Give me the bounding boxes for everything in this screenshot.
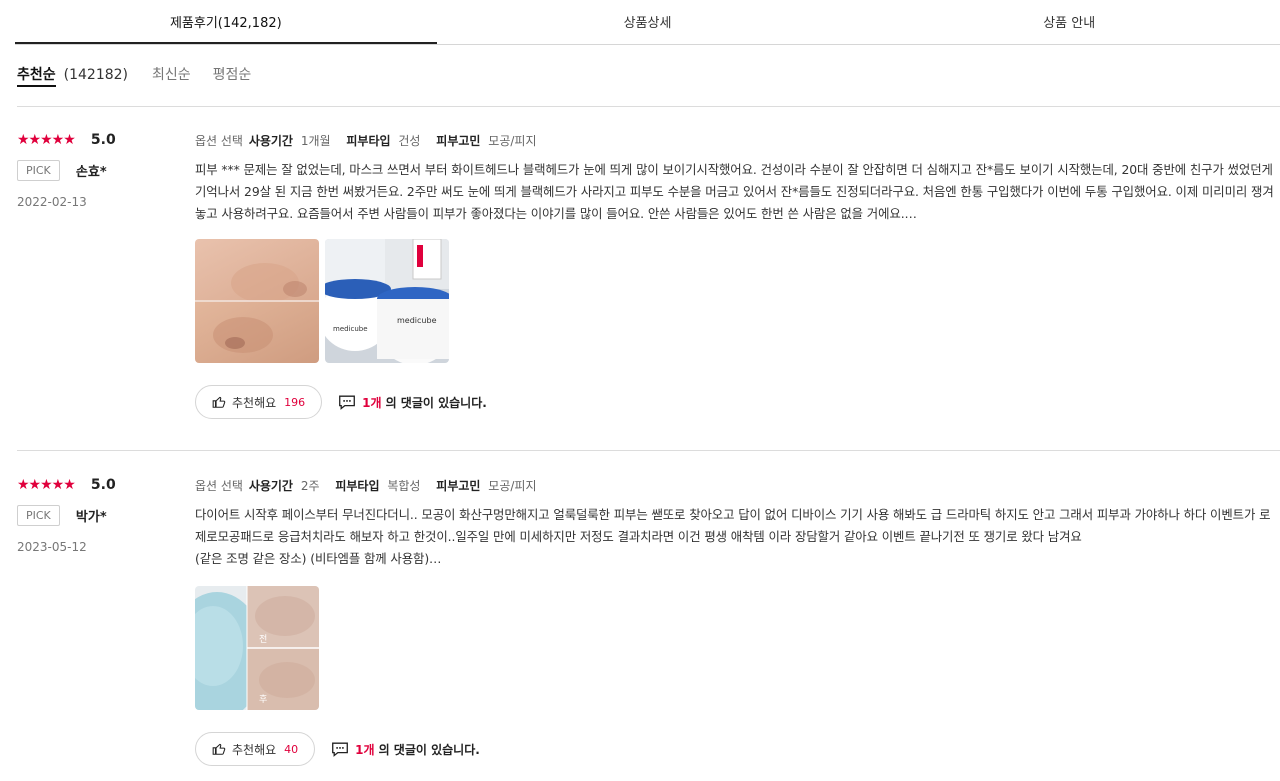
tab-product-info[interactable]: 상품 안내 xyxy=(858,0,1280,44)
review-photo-before-after[interactable]: 전 후 xyxy=(195,586,319,710)
review-date: 2023-05-12 xyxy=(17,540,87,554)
review-body: 옵션 선택 사용기간 2주 피부타입 복합성 피부고민 모공/피지 다이어트 시… xyxy=(195,477,1280,766)
thumbs-up-icon xyxy=(212,743,226,755)
comment-count: 1개 xyxy=(362,395,382,410)
comment-link[interactable]: 1개 의 댓글이 있습니다. xyxy=(331,741,480,758)
comment-suffix: 의 댓글이 있습니다. xyxy=(378,742,480,757)
recommend-button[interactable]: 추천해요 196 xyxy=(195,385,323,419)
reviewer-name[interactable]: 박가* xyxy=(76,510,107,525)
divider xyxy=(17,450,1280,451)
review-meta: ★★★★★ 5.0 PICK 박가* 2023-05-12 xyxy=(17,477,187,554)
period-value: 2주 xyxy=(300,479,320,493)
review-body: 옵션 선택 사용기간 1개월 피부타입 건성 피부고민 모공/피지 피부 ***… xyxy=(195,132,1280,419)
review-date: 2022-02-13 xyxy=(17,195,87,209)
reviewer-name[interactable]: 손효* xyxy=(76,165,107,180)
sort-rating[interactable]: 평점순 xyxy=(213,64,252,84)
sort-latest[interactable]: 최신순 xyxy=(152,64,191,84)
review-photo-skin[interactable] xyxy=(195,239,319,363)
review-actions: 추천해요 40 1개 의 댓글이 있습니다. xyxy=(195,732,1280,766)
product-label-2: medicube xyxy=(333,325,368,333)
star-rating: ★★★★★ xyxy=(17,132,76,148)
sort-bar: 추천순 (142182) 최신순 평점순 xyxy=(17,64,273,87)
review-text[interactable]: 피부 *** 문제는 잘 없었는데, 마스크 쓰면서 부터 화이트헤드나 블랙헤… xyxy=(195,159,1280,225)
concern-label: 피부고민 xyxy=(436,479,481,493)
review-photos: medicube medicube xyxy=(195,239,1280,363)
review-tabs: 제품후기(142,182) 상품상세 상품 안내 xyxy=(15,0,1280,45)
rating-score: 5.0 xyxy=(90,477,116,493)
skin-type-value: 복합성 xyxy=(387,479,421,493)
skin-type-value: 건성 xyxy=(398,134,421,148)
comment-link[interactable]: 1개 의 댓글이 있습니다. xyxy=(338,394,487,411)
after-mark: 후 xyxy=(259,694,267,705)
comment-icon xyxy=(332,742,349,757)
pick-badge: PICK xyxy=(17,160,60,181)
review-count: (142182) xyxy=(63,67,129,83)
skin-type-label: 피부타입 xyxy=(335,479,380,493)
comment-icon xyxy=(339,395,356,410)
review-text-note: (같은 조명 같은 장소) (비타엠플 함께 사용함)… xyxy=(195,551,442,566)
comment-count: 1개 xyxy=(355,742,375,757)
recommend-count: 40 xyxy=(284,742,299,756)
sort-recommended[interactable]: 추천순 xyxy=(17,64,56,87)
divider xyxy=(17,106,1280,107)
skin-type-label: 피부타입 xyxy=(346,134,391,148)
concern-value: 모공/피지 xyxy=(488,479,537,493)
recommend-count: 196 xyxy=(284,395,306,409)
option-label: 옵션 선택 xyxy=(195,479,243,493)
review-options: 옵션 선택 사용기간 1개월 피부타입 건성 피부고민 모공/피지 xyxy=(195,132,1280,149)
option-label: 옵션 선택 xyxy=(195,134,243,148)
period-value: 1개월 xyxy=(300,134,331,148)
recommend-button[interactable]: 추천해요 40 xyxy=(195,732,316,766)
review-options: 옵션 선택 사용기간 2주 피부타입 복합성 피부고민 모공/피지 xyxy=(195,477,1280,494)
rating-score: 5.0 xyxy=(90,132,116,148)
thumbs-up-icon xyxy=(212,396,226,408)
recommend-label: 추천해요 xyxy=(232,742,277,757)
concern-value: 모공/피지 xyxy=(488,134,537,148)
review-meta: ★★★★★ 5.0 PICK 손효* 2022-02-13 xyxy=(17,132,187,209)
review-actions: 추천해요 196 1개 의 댓글이 있습니다. xyxy=(195,385,1280,419)
period-label: 사용기간 xyxy=(248,479,293,493)
product-label: medicube xyxy=(397,316,437,325)
period-label: 사용기간 xyxy=(248,134,293,148)
star-rating: ★★★★★ xyxy=(17,477,76,493)
review-text-main: 다이어트 시작후 페이스부터 무너진다더니.. 모공이 화산구멍만해지고 얼룩덜… xyxy=(195,507,1271,544)
before-mark: 전 xyxy=(259,634,267,645)
comment-suffix: 의 댓글이 있습니다. xyxy=(385,395,487,410)
recommend-label: 추천해요 xyxy=(232,395,277,410)
tab-product-detail[interactable]: 상품상세 xyxy=(437,0,859,44)
tab-reviews[interactable]: 제품후기(142,182) xyxy=(15,0,437,44)
review-photos: 전 후 xyxy=(195,586,1280,710)
concern-label: 피부고민 xyxy=(436,134,481,148)
pick-badge: PICK xyxy=(17,505,60,526)
review-photo-product[interactable]: medicube medicube xyxy=(325,239,449,363)
review-text[interactable]: 다이어트 시작후 페이스부터 무너진다더니.. 모공이 화산구멍만해지고 얼룩덜… xyxy=(195,504,1280,570)
